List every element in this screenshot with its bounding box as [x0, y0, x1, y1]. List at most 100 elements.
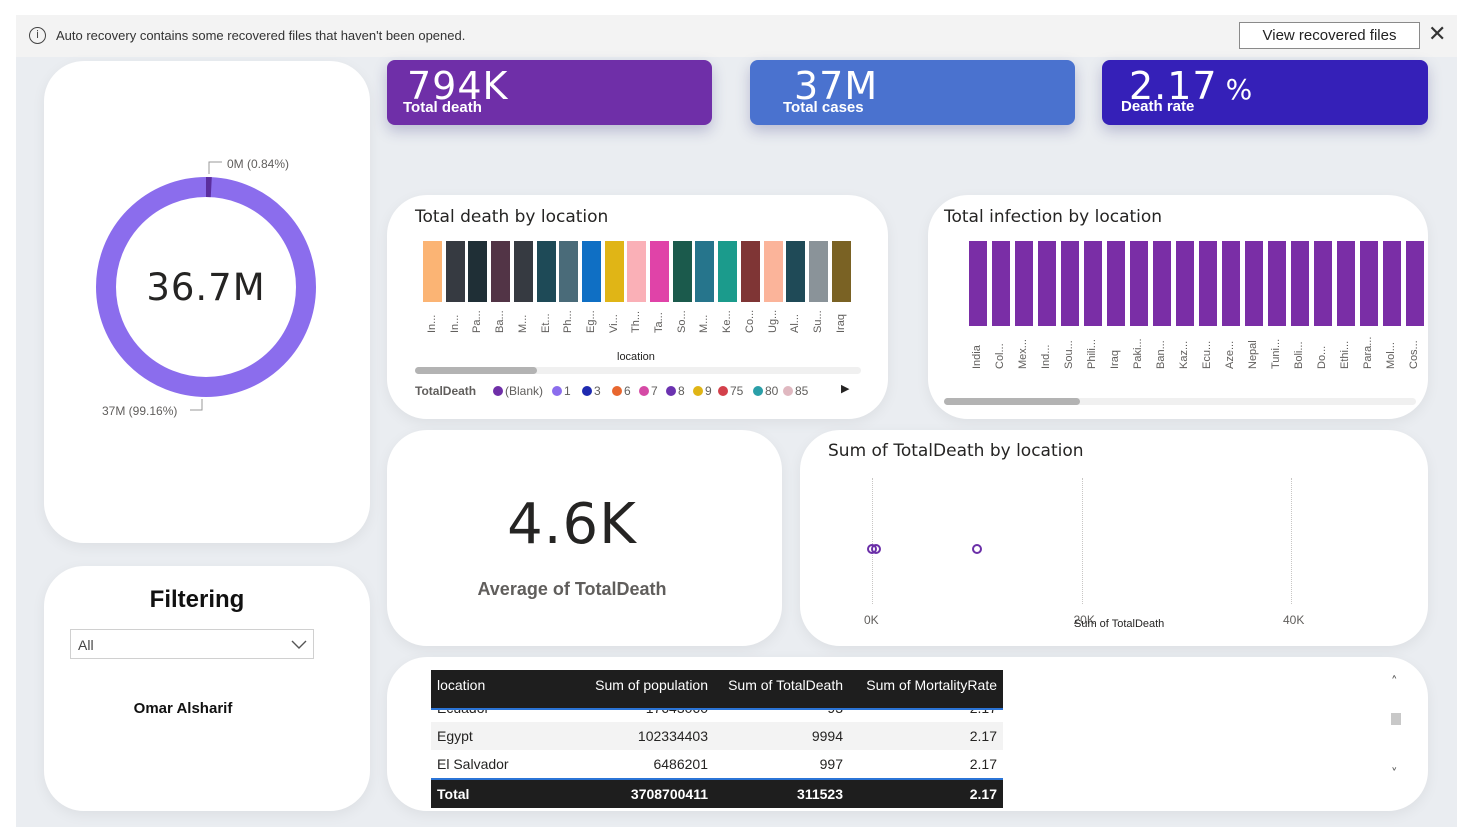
death-bar-label: In... [426, 314, 438, 333]
death-bar[interactable] [581, 241, 601, 302]
infection-bar-label: Ind... [1040, 344, 1052, 369]
cell-population: 17643060 [645, 708, 708, 716]
death-bar[interactable] [468, 241, 488, 302]
infection-bar[interactable] [1291, 241, 1309, 326]
filter-card: Filtering All Omar Alsharif [44, 566, 370, 811]
scatter-point[interactable] [971, 544, 982, 554]
death-bar[interactable] [604, 241, 624, 302]
scroll-down-icon[interactable]: ˅ [1391, 767, 1398, 782]
table-row[interactable]: El Salvador 6486201 997 2.17 [431, 750, 1003, 778]
infection-bar-label: Tuni... [1270, 338, 1282, 369]
legend-label: 80 [765, 384, 779, 398]
cell-location: El Salvador [437, 756, 509, 772]
kpi-death-rate[interactable]: 2.17% Death rate [1102, 60, 1428, 125]
table-scroll-thumb[interactable] [1391, 713, 1401, 725]
legend-item[interactable]: 9 [693, 384, 712, 398]
kpi-total-death-label: Total death [403, 99, 482, 116]
column-header-mortalityrate[interactable]: Sum of MortalityRate [866, 670, 997, 700]
death-bar-label: M... [698, 314, 711, 333]
death-bar[interactable] [650, 241, 669, 302]
death-bar[interactable] [695, 241, 715, 302]
death-bar[interactable] [808, 241, 828, 302]
view-recovered-files-button[interactable]: View recovered files [1239, 22, 1420, 49]
infection-bar[interactable] [1337, 241, 1355, 326]
legend-label: 75 [730, 384, 744, 398]
legend-item[interactable]: 8 [666, 384, 685, 398]
legend-item[interactable]: 75 [718, 384, 743, 398]
death-bar-label: M... [516, 314, 529, 333]
death-bar[interactable] [763, 241, 783, 302]
legend-item[interactable]: 85 [783, 384, 808, 398]
legend-next-icon[interactable]: ▶ [841, 382, 849, 395]
column-header-totaldeath[interactable]: Sum of TotalDeath [728, 670, 843, 700]
legend-item[interactable]: 1 [552, 384, 571, 398]
infection-bar[interactable] [1383, 241, 1401, 326]
legend-item[interactable]: 6 [612, 384, 631, 398]
infection-bar[interactable] [1222, 241, 1240, 326]
kpi-total-cases[interactable]: 37M Total cases [750, 60, 1075, 125]
scatter-card: Sum of TotalDeath by location 0K 20K 40K S… [800, 430, 1428, 646]
kpi-total-cases-label: Total cases [783, 99, 864, 116]
donut-large-leader-line [190, 399, 203, 411]
infection-bar-label: Mex... [1017, 339, 1029, 369]
death-bar[interactable] [491, 241, 511, 302]
chevron-down-icon [291, 640, 307, 649]
average-value: 4.6K [507, 492, 637, 557]
legend-item[interactable]: 3 [582, 384, 601, 398]
death-bar[interactable] [786, 241, 806, 302]
death-bar[interactable] [672, 241, 692, 302]
infection-bar[interactable] [1406, 241, 1424, 326]
legend-item[interactable]: (Blank) [493, 384, 543, 398]
infection-bar[interactable] [1176, 241, 1194, 326]
scatter-point[interactable] [871, 544, 882, 554]
infection-bar[interactable] [1268, 241, 1286, 326]
death-bar[interactable] [740, 241, 760, 302]
infection-bar[interactable] [1015, 241, 1033, 326]
infection-bar[interactable] [969, 241, 987, 326]
death-bar-label: Ta... [653, 312, 665, 333]
info-icon: i [29, 27, 46, 44]
close-icon[interactable]: ✕ [1428, 24, 1446, 46]
death-bar-label: Co... [743, 309, 756, 333]
infection-bar[interactable] [1061, 241, 1079, 326]
death-chart-scroll-thumb[interactable] [415, 367, 537, 374]
column-header-location[interactable]: location [437, 670, 485, 700]
legend-label: 8 [678, 384, 685, 398]
kpi-death-rate-unit: % [1225, 73, 1254, 106]
column-header-population[interactable]: Sum of population [595, 670, 708, 700]
table-row[interactable]: Egypt 102334403 9994 2.17 [431, 722, 1003, 750]
death-bar[interactable] [536, 241, 556, 302]
infection-bar-label: Para... [1362, 336, 1374, 369]
death-bar[interactable] [627, 241, 647, 302]
infection-bar[interactable] [1360, 241, 1378, 326]
infection-bar-label: Iraq [1109, 350, 1121, 369]
table-row-partial[interactable]: Ecuador 17643060 93 2.17 [431, 708, 1003, 722]
filter-dropdown[interactable]: All [70, 629, 314, 659]
death-bar[interactable] [445, 241, 465, 302]
infection-bar[interactable] [1245, 241, 1263, 326]
kpi-total-death[interactable]: 794K Total death [387, 60, 712, 125]
infection-chart-title: Total infection by location [944, 207, 1163, 227]
death-bar[interactable] [718, 241, 738, 302]
table-scrollbar[interactable]: ˄ ˅ [1390, 675, 1404, 793]
infection-bar[interactable] [1107, 241, 1125, 326]
legend-item[interactable]: 7 [639, 384, 658, 398]
death-bar[interactable] [513, 241, 533, 302]
scroll-up-icon[interactable]: ˄ [1391, 675, 1398, 690]
infection-bar[interactable] [1314, 241, 1332, 326]
infection-bar[interactable] [1084, 241, 1102, 326]
infection-bar[interactable] [1199, 241, 1217, 326]
death-bar[interactable] [559, 241, 579, 302]
infection-bar[interactable] [992, 241, 1010, 326]
infection-bar[interactable] [1038, 241, 1056, 326]
infection-bar[interactable] [1153, 241, 1171, 326]
infection-chart-scroll-thumb[interactable] [944, 398, 1080, 405]
death-bar[interactable] [831, 241, 851, 302]
legend-dot [639, 386, 649, 396]
legend-item[interactable]: 80 [753, 384, 778, 398]
death-bar[interactable] [423, 241, 442, 302]
infection-bar[interactable] [1130, 241, 1148, 326]
cell-totaldeath: 997 [819, 756, 843, 772]
total-population: 3708700411 [630, 786, 708, 802]
scatter-gridline [872, 478, 873, 604]
